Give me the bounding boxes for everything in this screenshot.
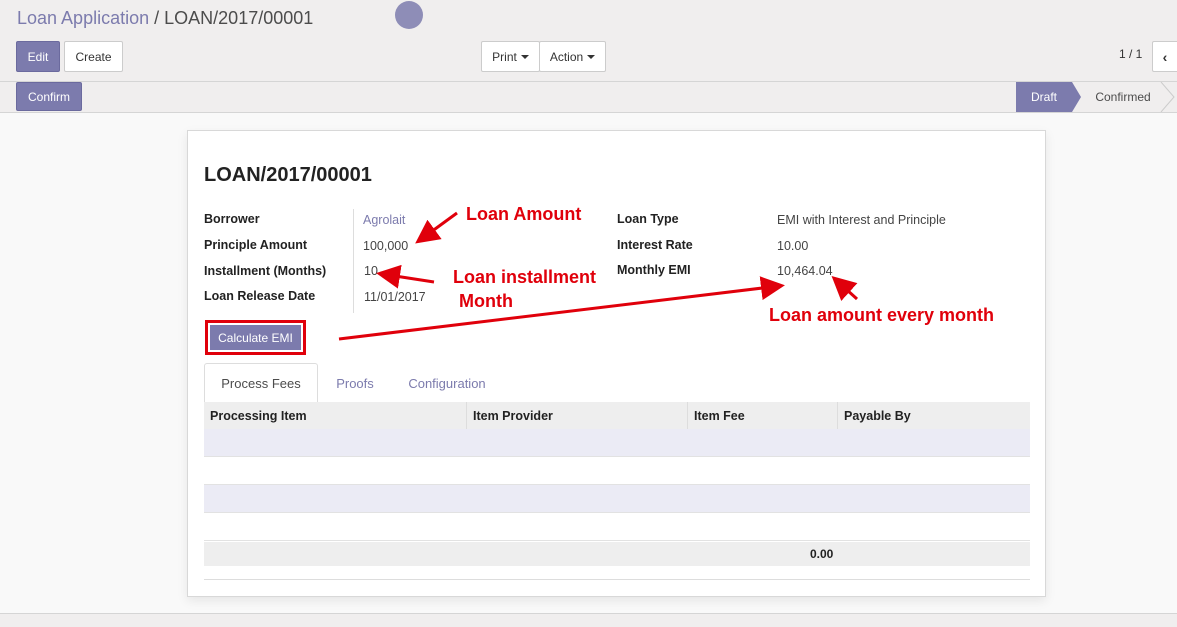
- principle-amount-value: 100,000: [363, 239, 409, 253]
- loan-release-date-label: Loan Release Date: [204, 289, 316, 303]
- table-row[interactable]: [204, 485, 1030, 513]
- control-panel: Loan Application / LOAN/2017/00001 Edit …: [0, 0, 1177, 82]
- interest-rate-value: 10.00: [777, 239, 809, 253]
- monthly-emi-label: Monthly EMI: [617, 263, 691, 277]
- tab-configuration[interactable]: Configuration: [394, 363, 500, 403]
- stage-confirmed[interactable]: Confirmed: [1083, 82, 1163, 112]
- pager-value[interactable]: 1 / 1: [1119, 47, 1142, 61]
- table-row[interactable]: [204, 457, 1030, 485]
- loan-type-value: EMI with Interest and Principle: [777, 213, 946, 227]
- table-footer: 0.00: [204, 542, 1030, 566]
- borrower-value[interactable]: Agrolait: [363, 213, 405, 227]
- annotation-loan-installment: Loan installment: [453, 267, 597, 287]
- column-item-fee[interactable]: Item Fee: [688, 402, 838, 429]
- column-processing-item[interactable]: Processing Item: [204, 402, 467, 429]
- item-fee-total: 0.00: [810, 547, 834, 561]
- principle-amount-label: Principle Amount: [204, 238, 308, 252]
- borrower-label: Borrower: [204, 212, 260, 226]
- annotation-month: Month: [459, 291, 513, 311]
- column-item-provider[interactable]: Item Provider: [467, 402, 688, 429]
- annotation-loan-every-month: Loan amount every month: [769, 305, 995, 325]
- calculate-emi-highlight: Calculate EMI: [205, 320, 306, 355]
- tab-proofs[interactable]: Proofs: [322, 363, 388, 403]
- interest-rate-label: Interest Rate: [617, 238, 693, 252]
- action-label: Action: [549, 49, 584, 64]
- pager-previous-button[interactable]: ‹: [1152, 41, 1177, 72]
- stage-confirmed-arrow-icon: [1160, 82, 1175, 112]
- edit-button[interactable]: Edit: [16, 41, 60, 72]
- installment-months-value: 10: [364, 264, 378, 278]
- print-label: Print: [492, 49, 517, 64]
- loading-indicator: [395, 1, 423, 29]
- monthly-emi-value: 10,464.04: [777, 264, 833, 278]
- tab-process-fees[interactable]: Process Fees: [204, 363, 318, 403]
- breadcrumb-current: LOAN/2017/00001: [164, 8, 314, 28]
- bottom-strip: [0, 613, 1177, 627]
- confirm-button[interactable]: Confirm: [16, 82, 82, 111]
- column-payable-by[interactable]: Payable By: [838, 402, 1030, 429]
- caret-down-icon: [587, 54, 596, 59]
- record-title: LOAN/2017/00001: [204, 164, 372, 186]
- print-dropdown[interactable]: Print: [481, 41, 540, 72]
- breadcrumb-parent-link[interactable]: Loan Application: [17, 8, 149, 28]
- annotation-loan-amount: Loan Amount: [466, 204, 582, 224]
- notebook-tabs: Process Fees Proofs Configuration: [204, 363, 1030, 403]
- loan-release-date-value: 11/01/2017: [364, 290, 426, 304]
- form-sheet: LOAN/2017/00001 Borrower Principle Amoun…: [187, 130, 1046, 597]
- action-dropdown[interactable]: Action: [539, 41, 606, 72]
- table-bottom-divider: [204, 579, 1030, 580]
- breadcrumb: Loan Application / LOAN/2017/00001: [17, 8, 313, 29]
- table-header: Processing Item Item Provider Item Fee P…: [204, 402, 1030, 429]
- field-divider: [353, 209, 354, 313]
- breadcrumb-separator: /: [154, 8, 160, 28]
- stage-draft[interactable]: Draft: [1016, 82, 1072, 112]
- create-button[interactable]: Create: [64, 41, 123, 72]
- stage-draft-arrow-icon: [1072, 82, 1081, 112]
- table-row[interactable]: [204, 513, 1030, 541]
- caret-down-icon: [520, 54, 529, 59]
- statusbar: Confirm Draft Confirmed: [0, 82, 1177, 113]
- calculate-emi-button[interactable]: Calculate EMI: [210, 325, 301, 350]
- installment-months-label: Installment (Months): [204, 264, 327, 278]
- loan-type-label: Loan Type: [617, 212, 679, 226]
- chevron-left-icon: ‹: [1162, 48, 1168, 65]
- table-row[interactable]: [204, 429, 1030, 457]
